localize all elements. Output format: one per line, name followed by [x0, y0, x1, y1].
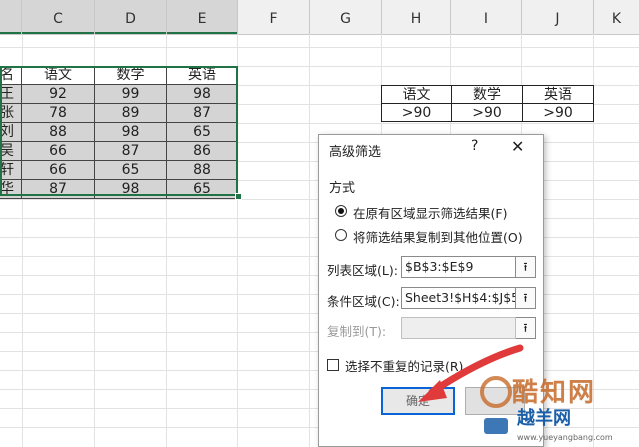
watermark-logo-icon	[480, 376, 512, 434]
column-header-k[interactable]: K	[594, 0, 639, 34]
copy-to-input[interactable]	[401, 317, 516, 339]
criteria-range-input[interactable]: Sheet3!$H$4:$J$5	[401, 287, 516, 309]
table-cell[interactable]: 88	[167, 161, 238, 180]
criteria-header-math[interactable]: 数学	[451, 85, 523, 104]
table-cell[interactable]: 98	[95, 123, 167, 142]
help-button[interactable]: ?	[471, 138, 478, 154]
list-range-input[interactable]: $B$3:$E$9	[401, 256, 516, 278]
column-header-e[interactable]: E	[167, 0, 238, 34]
table-cell[interactable]: 99	[95, 85, 167, 104]
table-cell[interactable]: 65	[95, 161, 167, 180]
watermark-site-text: 越羊网	[517, 408, 571, 429]
criteria-header-chinese[interactable]: 语文	[381, 85, 452, 104]
table-row-name[interactable]: 王	[0, 85, 22, 104]
column-header-f[interactable]: F	[238, 0, 310, 34]
table-cell[interactable]: 87	[95, 142, 167, 161]
criteria-value-math[interactable]: >90	[451, 103, 523, 122]
mode-section-label: 方式	[329, 181, 356, 196]
unique-records-checkbox[interactable]	[327, 359, 339, 371]
unique-records-label[interactable]: 选择不重复的记录(R)	[345, 356, 463, 375]
column-header-c[interactable]: C	[22, 0, 95, 34]
table-cell[interactable]: 65	[167, 180, 238, 199]
list-range-label: 列表区域(L):	[327, 263, 398, 278]
table-cell[interactable]: 87	[167, 104, 238, 123]
table-cell[interactable]: 88	[22, 123, 95, 142]
column-header-g[interactable]: G	[310, 0, 382, 34]
table-header-english[interactable]: 英语	[167, 66, 238, 85]
copy-to-label: 复制到(T):	[327, 324, 387, 339]
criteria-value-english[interactable]: >90	[522, 103, 594, 122]
table-cell[interactable]: 92	[22, 85, 95, 104]
table-header-chinese[interactable]: 语文	[22, 66, 95, 85]
column-header-bar: C D E F G H I J K	[0, 0, 639, 35]
column-b-partial[interactable]	[0, 0, 22, 34]
column-header-h[interactable]: H	[382, 0, 451, 34]
fill-handle[interactable]	[235, 193, 242, 200]
table-cell[interactable]: 98	[167, 85, 238, 104]
table-header-math[interactable]: 数学	[95, 66, 167, 85]
table-row-name[interactable]: 张	[0, 104, 22, 123]
table-row-name[interactable]: 吴	[0, 142, 22, 161]
radio-copy-to-location[interactable]	[335, 229, 347, 241]
name-column-fragment[interactable]: 名	[0, 66, 22, 85]
table-row-name[interactable]: 轩	[0, 161, 22, 180]
table-row-name[interactable]: 刘	[0, 123, 22, 142]
table-cell[interactable]: 89	[95, 104, 167, 123]
dialog-title: 高级筛选	[329, 145, 382, 160]
table-cell[interactable]: 66	[22, 161, 95, 180]
criteria-range-label: 条件区域(C):	[327, 294, 400, 309]
column-header-i[interactable]: I	[451, 0, 522, 34]
radio-filter-in-place-label[interactable]: 在原有区域显示筛选结果(F)	[353, 203, 507, 222]
watermark-url: www.yueyangbang.com	[517, 433, 613, 442]
criteria-range-collapse-icon[interactable]: ⭱	[516, 287, 536, 309]
table-cell[interactable]: 66	[22, 142, 95, 161]
radio-filter-in-place[interactable]	[335, 205, 347, 217]
column-header-d[interactable]: D	[95, 0, 167, 34]
radio-copy-to-location-label[interactable]: 将筛选结果复制到其他位置(O)	[353, 227, 523, 246]
criteria-value-chinese[interactable]: >90	[381, 103, 452, 122]
table-cell[interactable]: 98	[95, 180, 167, 199]
table-cell[interactable]: 78	[22, 104, 95, 123]
criteria-header-english[interactable]: 英语	[522, 85, 594, 104]
table-cell[interactable]: 86	[167, 142, 238, 161]
table-row-name[interactable]: 华	[0, 180, 22, 199]
ok-button[interactable]: 确定	[381, 387, 455, 415]
copy-to-collapse-icon[interactable]: ⭱	[516, 317, 536, 339]
table-cell[interactable]: 65	[167, 123, 238, 142]
column-header-j[interactable]: J	[522, 0, 594, 34]
table-cell[interactable]: 87	[22, 180, 95, 199]
list-range-collapse-icon[interactable]: ⭱	[516, 256, 536, 278]
close-icon[interactable]: ✕	[511, 137, 524, 156]
